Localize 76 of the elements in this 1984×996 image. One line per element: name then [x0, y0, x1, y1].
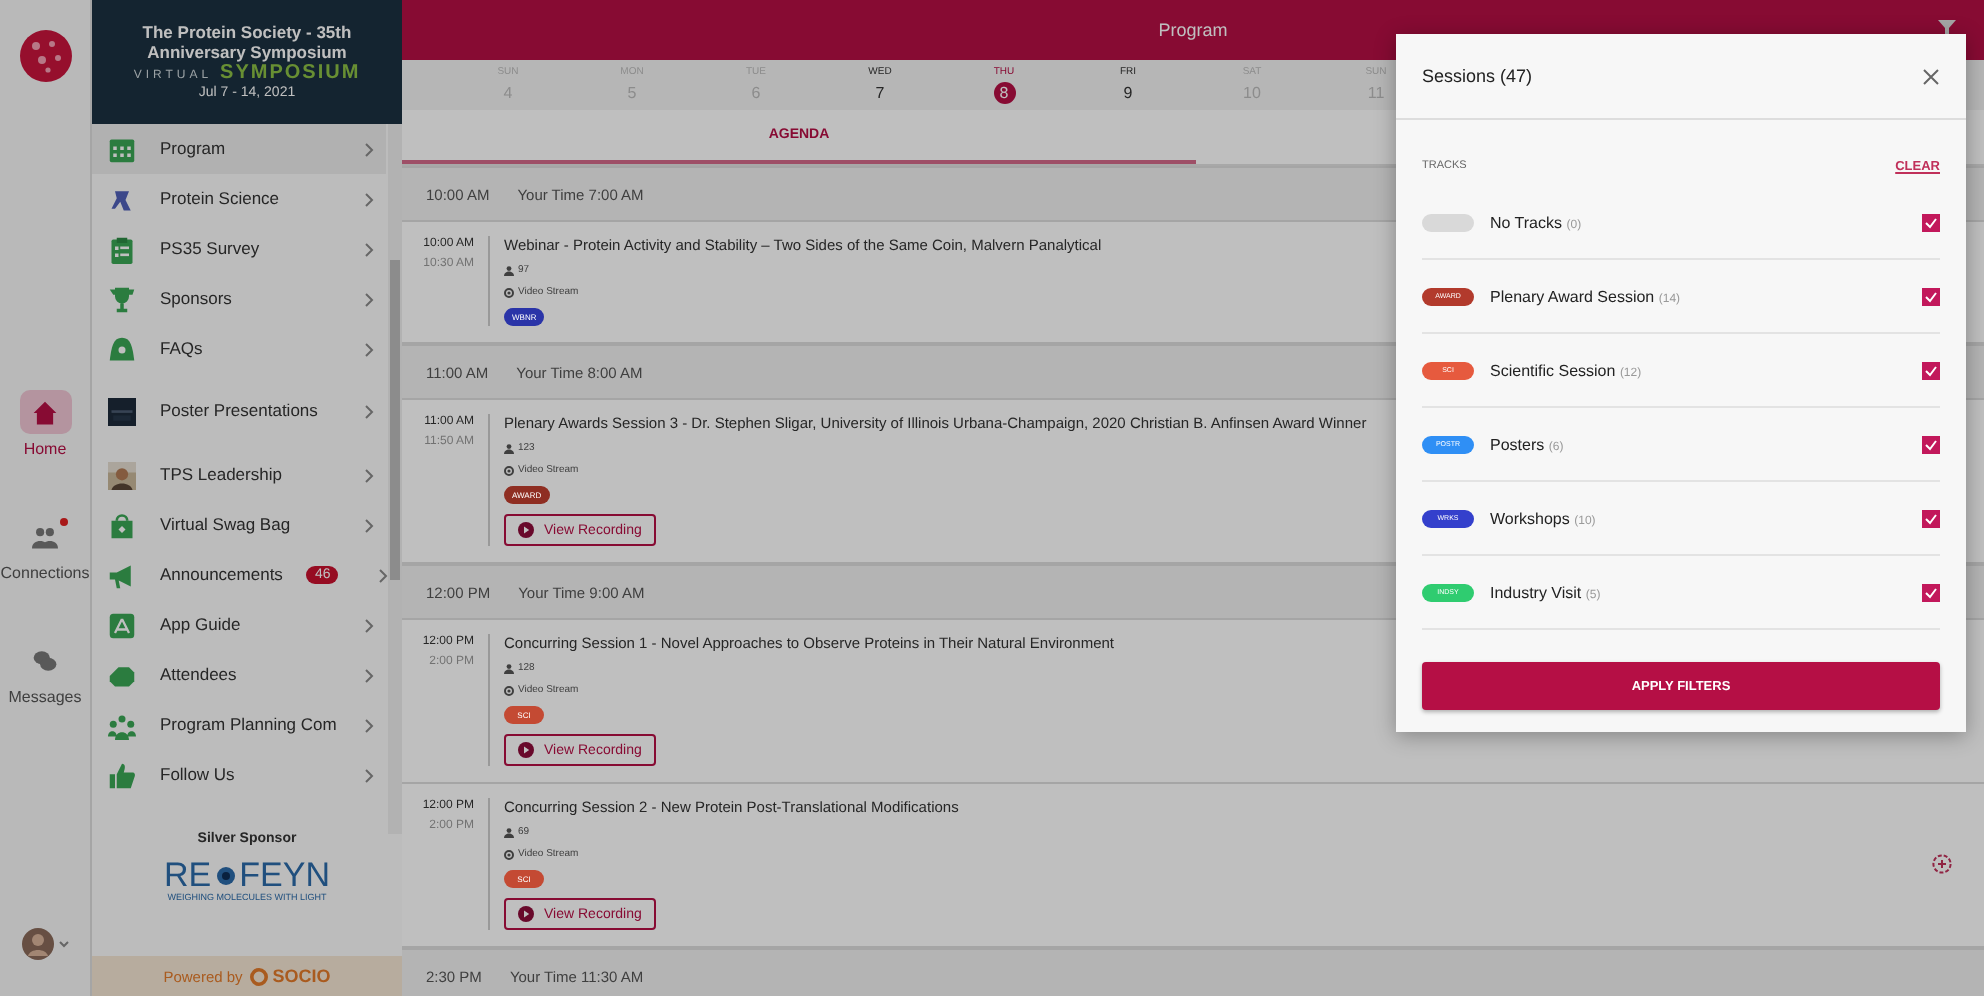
chevron-icon: [364, 517, 374, 533]
menu-item[interactable]: FAQs: [92, 324, 386, 374]
chevron-icon: [364, 241, 374, 257]
chevron-icon: [378, 567, 389, 583]
add-icon[interactable]: [1932, 854, 1952, 874]
chevron-icon: [364, 291, 374, 307]
rail-item[interactable]: Home: [15, 384, 75, 464]
clipboard-icon: [108, 235, 136, 263]
stream-icon: [504, 287, 514, 297]
track-name: Posters: [1490, 435, 1545, 453]
calendar-icon: [108, 135, 136, 163]
banner-art-text: SYMPOSIUM: [220, 63, 361, 84]
play-icon: [518, 742, 534, 758]
person-icon: [504, 443, 514, 453]
stream-icon: [504, 685, 514, 695]
close-button[interactable]: [1922, 67, 1940, 85]
menu-item[interactable]: Sponsors: [92, 274, 386, 324]
chevron-icon: [364, 191, 374, 207]
menu-item[interactable]: TPS Leadership: [92, 450, 386, 500]
chevron-icon: [364, 617, 374, 633]
chevron-icon: [364, 467, 374, 483]
brand-name: SOCIO: [272, 966, 331, 986]
checkbox[interactable]: [1922, 583, 1940, 601]
megaphone-icon: [108, 561, 136, 589]
menu-item[interactable]: PS35 Survey: [92, 224, 386, 274]
header-title: Program: [1158, 20, 1228, 40]
person-icon: [504, 663, 514, 673]
person-icon: [504, 827, 514, 837]
chevron-icon: [364, 767, 374, 783]
trophy-icon: [108, 285, 136, 313]
play-icon: [518, 522, 534, 538]
menu-item[interactable]: Virtual Swag Bag: [92, 500, 386, 550]
dialog-title: Sessions (47): [1422, 66, 1533, 86]
avatar-icon[interactable]: [21, 928, 53, 960]
menu-item[interactable]: Program: [92, 124, 386, 174]
banner-title: The Protein Society - 35th Anniversary Symposium: [140, 24, 352, 62]
checkbox[interactable]: [1922, 435, 1940, 453]
chevron-icon: [364, 141, 374, 157]
caret-icon[interactable]: [57, 938, 69, 950]
sponsor-logo-text: RE: [164, 858, 212, 892]
chevron-icon: [364, 667, 374, 683]
figure-icon: [108, 185, 136, 213]
brand-icon: [250, 967, 269, 985]
chevron-icon: [364, 404, 374, 420]
checkbox[interactable]: [1922, 213, 1940, 231]
stream-icon: [504, 465, 514, 475]
track-name: Workshops: [1490, 509, 1570, 527]
group-icon: [108, 711, 136, 739]
scrollbar[interactable]: [388, 124, 402, 834]
play-icon: [518, 906, 534, 922]
chevron-icon: [364, 717, 374, 733]
chat-icon: [32, 647, 58, 673]
logo-icon: [17, 28, 73, 84]
checkbox[interactable]: [1922, 509, 1940, 527]
sponsor-logo-text: FEYN: [239, 858, 330, 892]
chevron-icon: [364, 341, 374, 357]
rail-item[interactable]: Messages: [4, 632, 86, 712]
stream-icon: [504, 849, 514, 859]
track-name: Scientific Session: [1490, 361, 1616, 379]
checkbox[interactable]: [1922, 287, 1940, 305]
menu-item[interactable]: Program Planning Com: [92, 700, 386, 750]
app-icon: [108, 611, 136, 639]
home-icon: [32, 399, 58, 425]
people-icon: [32, 523, 58, 549]
person-icon: [504, 265, 514, 275]
thumbs-up-icon: [108, 761, 136, 789]
menu-item[interactable]: Follow Us: [92, 750, 386, 800]
menu-item[interactable]: App Guide: [92, 600, 386, 650]
menu-item[interactable]: Protein Science: [92, 174, 386, 224]
menu-item[interactable]: Poster Presentations: [92, 374, 386, 450]
track-name: Industry Visit: [1490, 583, 1582, 601]
bag-icon: [108, 511, 136, 539]
menu-item[interactable]: Attendees: [92, 650, 386, 700]
checkbox[interactable]: [1922, 361, 1940, 379]
track-name: Plenary Award Session: [1490, 287, 1655, 305]
eye-icon: [215, 865, 236, 885]
